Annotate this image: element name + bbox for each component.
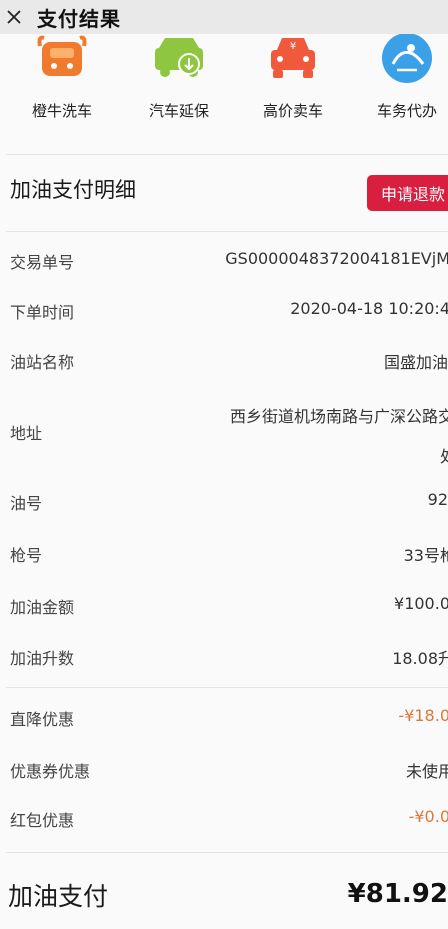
row-label: 加油金额 — [10, 598, 75, 617]
car-wash-icon — [37, 35, 87, 76]
top-bar: 支付结果 — [0, 0, 448, 34]
service-car-wash[interactable]: 橙牛洗车 — [7, 34, 117, 120]
redpacket-discount: -¥0.0 — [408, 807, 448, 826]
section-title: 加油支付明细 — [10, 178, 136, 202]
close-icon[interactable] — [7, 10, 21, 24]
row-label: 加油升数 — [10, 649, 75, 668]
service-sell-car[interactable]: ¥ 高价卖车 — [238, 34, 348, 120]
row-label: 优惠券优惠 — [10, 762, 91, 781]
service-label: 高价卖车 — [262, 102, 323, 120]
address-line-2: 处 — [439, 447, 448, 466]
row-label: 油站名称 — [10, 353, 75, 372]
order-number: GS0000048372004181EVjM — [225, 249, 448, 268]
svg-text:¥: ¥ — [290, 41, 296, 52]
divider — [6, 154, 448, 155]
divider — [6, 852, 448, 853]
row-label: 交易单号 — [10, 253, 75, 272]
fuel-liters: 18.08升 — [392, 649, 448, 668]
pay-label: 加油支付 — [8, 882, 109, 911]
service-shortcuts: 橙牛洗车 汽车延保 ¥ 高价卖车 车务代办 — [0, 34, 448, 146]
fuel-amount: ¥100.0 — [394, 594, 448, 613]
row-label: 地址 — [10, 424, 43, 443]
service-car-warranty[interactable]: 汽车延保 — [124, 34, 234, 120]
sell-car-icon: ¥ — [271, 38, 315, 78]
row-label: 油号 — [10, 494, 43, 513]
address-line-1: 西乡街道机场南路与广深公路交 — [229, 407, 448, 426]
row-label: 直降优惠 — [10, 710, 75, 729]
gun-number: 33号枪 — [403, 546, 448, 565]
service-label: 汽车延保 — [148, 102, 209, 120]
order-time: 2020-04-18 10:20:4 — [290, 299, 448, 318]
direct-discount: -¥18.0 — [398, 706, 448, 725]
car-service-icon — [382, 34, 432, 83]
row-label: 下单时间 — [10, 303, 75, 322]
divider — [6, 687, 448, 688]
row-label: 红包优惠 — [10, 811, 75, 830]
coupon-value: 未使用 — [405, 762, 448, 781]
pay-total: ¥81.92 — [347, 879, 448, 909]
service-label: 车务代办 — [376, 102, 437, 120]
page-title: 支付结果 — [37, 6, 121, 31]
service-car-affairs[interactable]: 车务代办 — [352, 34, 448, 120]
refund-button[interactable]: 申请退款 — [367, 175, 448, 211]
car-warranty-icon — [155, 38, 203, 77]
row-label: 枪号 — [10, 546, 43, 565]
oil-number: 92 — [427, 490, 448, 509]
divider — [6, 231, 448, 232]
service-label: 橙牛洗车 — [31, 102, 92, 120]
station-name: 国盛加油站 — [383, 353, 448, 372]
